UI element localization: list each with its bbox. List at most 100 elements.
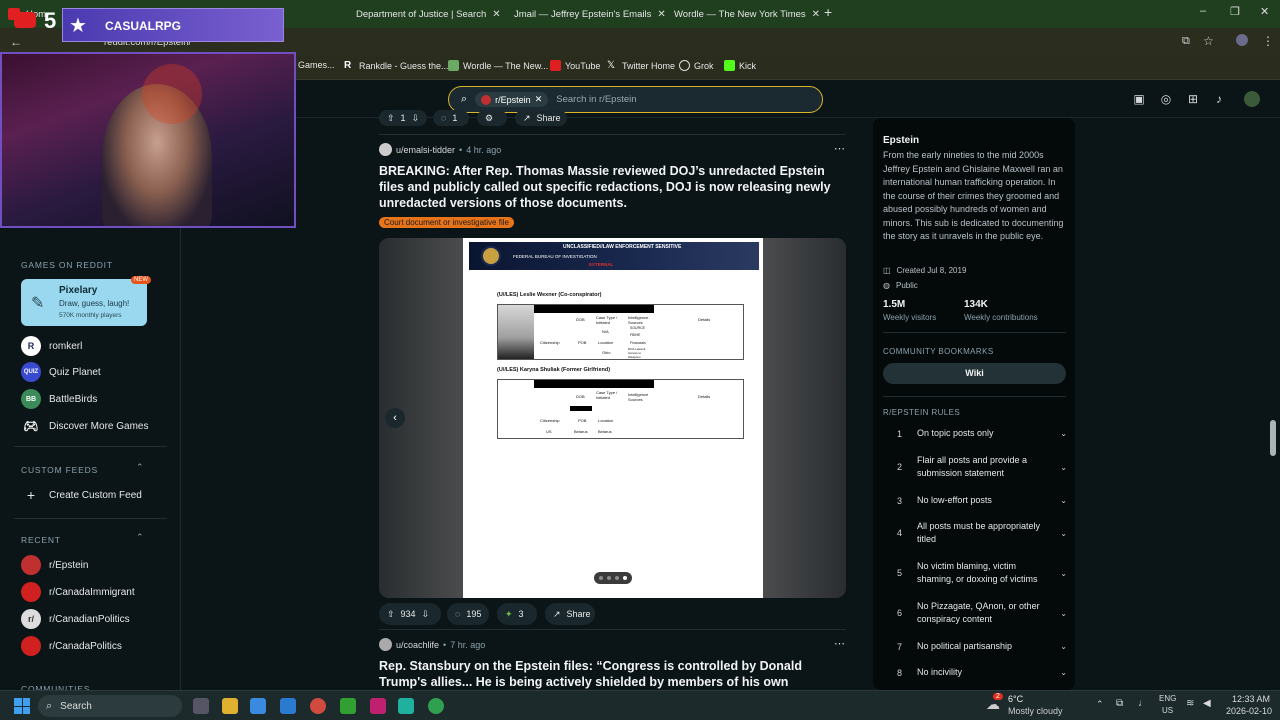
- upvote-icon[interactable]: ⇧: [387, 113, 395, 124]
- pixelary-card[interactable]: ✎ Pixelary Draw, guess, laugh! 570K mont…: [21, 276, 151, 326]
- search-bar[interactable]: ⌕ r/Epstein ✕ Search in r/Epstein: [448, 86, 823, 113]
- post-title[interactable]: BREAKING: After Rep. Thomas Massie revie…: [379, 163, 839, 211]
- mic-icon[interactable]: ♩: [1138, 698, 1148, 709]
- notifications-icon[interactable]: ♪: [1212, 92, 1226, 106]
- weather-temp[interactable]: 6°C: [1008, 694, 1023, 704]
- store-icon[interactable]: [250, 698, 266, 714]
- next-post-title[interactable]: Rep. Stansbury on the Epstein files: “Co…: [379, 658, 839, 690]
- award-button[interactable]: ✦ 3: [497, 603, 537, 625]
- rule-item[interactable]: 3 No low-effort posts ⌄: [897, 494, 1067, 507]
- carousel-dot-active[interactable]: [623, 576, 627, 580]
- bookmark-rankdle[interactable]: R Rankdle - Guess the...: [344, 60, 449, 71]
- recent-r-canadapolitics[interactable]: r/CanadaPolitics: [21, 636, 122, 656]
- minimize-button[interactable]: –: [1200, 5, 1206, 17]
- mail-app-icon[interactable]: [280, 698, 296, 714]
- rule-item[interactable]: 1 On topic posts only ⌄: [897, 427, 1067, 440]
- rule-item[interactable]: 6 No Pizzagate, QAnon, or other conspirac…: [897, 600, 1067, 626]
- bookmark-grok[interactable]: Grok: [679, 60, 714, 71]
- author-avatar[interactable]: [379, 143, 392, 156]
- ads-icon[interactable]: ▣: [1132, 92, 1146, 106]
- browser-active-icon[interactable]: [428, 698, 444, 714]
- tab-wordle[interactable]: Wordle — The New York Times ✕: [660, 3, 820, 25]
- rule-item[interactable]: 7 No political partisanship ⌄: [897, 640, 1067, 653]
- create-post-icon[interactable]: ⊞: [1186, 92, 1200, 106]
- recent-r-epstein[interactable]: r/Epstein: [21, 555, 88, 575]
- chat-app-icon[interactable]: [398, 698, 414, 714]
- chat-icon[interactable]: ◎: [1159, 92, 1173, 106]
- post-menu-icon[interactable]: ⋯: [834, 142, 845, 155]
- network-icon[interactable]: ⧉: [1116, 698, 1123, 709]
- language-indicator[interactable]: ENG: [1159, 694, 1176, 703]
- downvote-icon[interactable]: ⇩: [422, 609, 430, 620]
- rule-item[interactable]: 8 No incivility ⌄: [897, 666, 1067, 679]
- bookmark-star-icon[interactable]: ☆: [1203, 34, 1214, 48]
- chip-close-icon[interactable]: ✕: [535, 94, 543, 105]
- close-tab-icon[interactable]: ✕: [812, 9, 820, 20]
- webcam-overlay: [0, 52, 296, 228]
- clock-time[interactable]: 12:33 AM: [1232, 694, 1270, 704]
- chrome-icon[interactable]: [310, 698, 326, 714]
- carousel-dot[interactable]: [615, 576, 619, 580]
- taskbar-search[interactable]: ⌕ Search: [38, 695, 182, 717]
- search-input[interactable]: Search in r/Epstein: [556, 94, 636, 105]
- tab-doj[interactable]: Department of Justice | Search ✕: [342, 3, 501, 25]
- prev-award-button[interactable]: ⚙: [477, 110, 507, 126]
- nav-game-battlebirds[interactable]: BB BattleBirds: [21, 389, 97, 409]
- task-view-icon[interactable]: [193, 698, 209, 714]
- rule-item[interactable]: 2 Flair all posts and provide a submissio…: [897, 454, 1067, 480]
- recent-r-canadaimmigrant[interactable]: r/CanadaImmigrant: [21, 582, 135, 602]
- windows-start-icon[interactable]: [14, 698, 30, 714]
- clock-date[interactable]: 2026-02-10: [1226, 706, 1272, 716]
- downvote-icon[interactable]: ⇩: [412, 113, 420, 124]
- new-tab-button[interactable]: +: [824, 4, 832, 20]
- create-custom-feed[interactable]: + Create Custom Feed: [21, 487, 142, 503]
- nav-discover-games[interactable]: 🎮︎ Discover More Games: [21, 416, 148, 436]
- volume-icon[interactable]: ◀: [1203, 698, 1211, 709]
- bookmark-wordle[interactable]: Wordle — The New...: [448, 60, 548, 71]
- prev-vote-group[interactable]: ⇧ 1 ⇩: [379, 110, 427, 126]
- install-icon[interactable]: ⧉: [1182, 35, 1190, 48]
- vote-group[interactable]: ⇧ 934 ⇩: [379, 603, 441, 625]
- post-author[interactable]: u/emalsi-tidder: [396, 145, 455, 155]
- recent-r-canadianpolitics[interactable]: r/r/CanadianPolitics: [21, 609, 130, 629]
- nav-game-romkerl[interactable]: Rromkerl: [21, 336, 82, 356]
- comments-button[interactable]: ◌ 195: [447, 603, 489, 625]
- tab-jmail[interactable]: Jmail — Jeffrey Epstein's Emails ✕: [500, 3, 666, 25]
- xbox-icon[interactable]: [340, 698, 356, 714]
- weather-desc[interactable]: Mostly cloudy: [1008, 706, 1063, 716]
- rule-item[interactable]: 4 All posts must be appropriately titled ⌄: [897, 520, 1067, 546]
- wifi-icon[interactable]: ≋: [1186, 698, 1194, 709]
- bookmark-games[interactable]: Games...: [298, 60, 335, 70]
- chevron-up-icon[interactable]: ⌃: [1096, 699, 1104, 710]
- carousel-dot[interactable]: [607, 576, 611, 580]
- carousel-prev-button[interactable]: ‹: [385, 408, 405, 428]
- wiki-button[interactable]: Wiki: [883, 363, 1066, 384]
- carousel-dot[interactable]: [599, 576, 603, 580]
- prev-share-button[interactable]: ↗ Share: [515, 110, 567, 126]
- bookmark-youtube[interactable]: YouTube: [550, 60, 600, 71]
- next-post-author[interactable]: u/coachlife: [396, 640, 439, 650]
- media-app-icon[interactable]: [370, 698, 386, 714]
- author-avatar[interactable]: [379, 638, 392, 651]
- maximize-button[interactable]: ❐: [1230, 5, 1240, 18]
- post-media-carousel[interactable]: UNCLASSIFIED//LAW ENFORCEMENT SENSITIVE …: [379, 238, 846, 598]
- page-scrollbar[interactable]: [1270, 420, 1276, 456]
- post-menu-icon[interactable]: ⋯: [834, 637, 845, 650]
- profile-avatar[interactable]: [1236, 34, 1248, 46]
- rule-item[interactable]: 5 No victim blaming, victim shaming, or d…: [897, 560, 1067, 586]
- chevron-up-icon[interactable]: ⌃: [136, 532, 144, 543]
- menu-dots-icon[interactable]: ⋮: [1262, 34, 1274, 48]
- subreddit-chip[interactable]: r/Epstein ✕: [475, 92, 549, 107]
- bookmark-kick[interactable]: Kick: [724, 60, 756, 71]
- bookmark-twitter[interactable]: 𝕏 Twitter Home: [607, 60, 675, 71]
- post-flair[interactable]: Court document or investigative file: [379, 217, 514, 228]
- chevron-up-icon[interactable]: ⌃: [136, 462, 144, 473]
- doc-banner: UNCLASSIFIED//LAW ENFORCEMENT SENSITIVE …: [469, 242, 759, 270]
- file-explorer-icon[interactable]: [222, 698, 238, 714]
- share-button[interactable]: ↗ Share: [545, 603, 595, 625]
- nav-game-quiz-planet[interactable]: QUIZ Quiz Planet: [21, 362, 101, 382]
- prev-comments-button[interactable]: ◌ 1: [433, 110, 469, 126]
- upvote-icon[interactable]: ⇧: [387, 609, 395, 620]
- user-avatar[interactable]: [1244, 91, 1260, 107]
- close-window-button[interactable]: ✕: [1260, 5, 1269, 18]
